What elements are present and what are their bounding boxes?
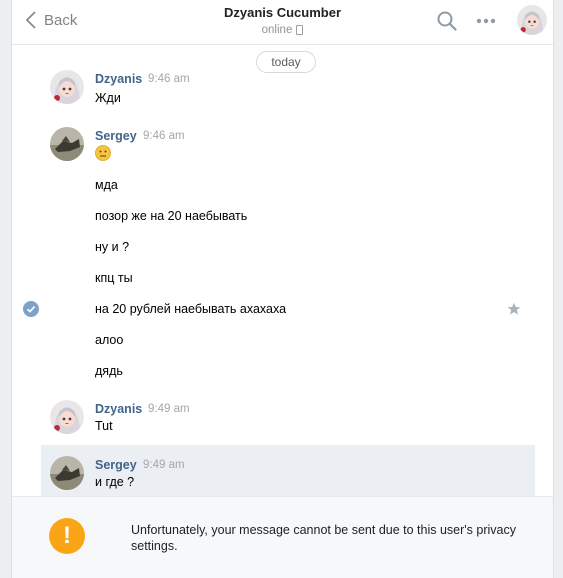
message-text: Tut bbox=[95, 419, 113, 433]
message-time: 9:49 am bbox=[148, 403, 190, 415]
chat-header: Back Dzyanis Cucumber online bbox=[12, 0, 553, 45]
chat-title[interactable]: Dzyanis Cucumber bbox=[12, 5, 553, 20]
avatar[interactable] bbox=[50, 456, 84, 490]
status-text: online bbox=[261, 24, 293, 36]
message-author[interactable]: Dzyanis bbox=[95, 402, 142, 416]
date-separator: today bbox=[256, 51, 316, 73]
warning-icon: ! bbox=[49, 518, 85, 554]
avatar[interactable] bbox=[50, 70, 84, 104]
message-text: Жди bbox=[95, 91, 121, 105]
message-author[interactable]: Sergey bbox=[95, 129, 137, 143]
contact-avatar[interactable] bbox=[517, 5, 547, 35]
message-time: 9:46 am bbox=[143, 130, 185, 142]
avatar[interactable] bbox=[50, 127, 84, 161]
message-text: дядь bbox=[95, 364, 123, 378]
privacy-warning-bar: ! Unfortunately, your message cannot be … bbox=[12, 496, 553, 578]
search-icon[interactable] bbox=[436, 10, 458, 32]
online-status: online bbox=[12, 24, 553, 36]
mobile-phone-icon bbox=[296, 25, 304, 35]
selected-check-icon[interactable] bbox=[23, 301, 39, 317]
message-text: кпц ты bbox=[95, 271, 133, 285]
avatar[interactable] bbox=[50, 400, 84, 434]
privacy-warning-text: Unfortunately, your message cannot be se… bbox=[131, 523, 516, 553]
message-text: алоо bbox=[95, 333, 124, 347]
message-author[interactable]: Sergey bbox=[95, 458, 137, 472]
message-text: мда bbox=[95, 178, 118, 192]
message-author[interactable]: Dzyanis bbox=[95, 72, 142, 86]
message-text: ну и ? bbox=[95, 240, 130, 254]
message-text: и где ? bbox=[95, 475, 135, 489]
chat-window: Back Dzyanis Cucumber online today Dzyan… bbox=[11, 0, 554, 578]
message-time: 9:49 am bbox=[143, 459, 185, 471]
message-time: 9:46 am bbox=[148, 73, 190, 85]
star-icon[interactable] bbox=[507, 302, 521, 316]
neutral-face-emoji-icon bbox=[95, 145, 111, 161]
more-options-icon[interactable] bbox=[475, 13, 497, 29]
message-text: позор же на 20 наебывать bbox=[95, 209, 248, 223]
message-text: на 20 рублей наебывать ахахаха bbox=[95, 302, 287, 316]
